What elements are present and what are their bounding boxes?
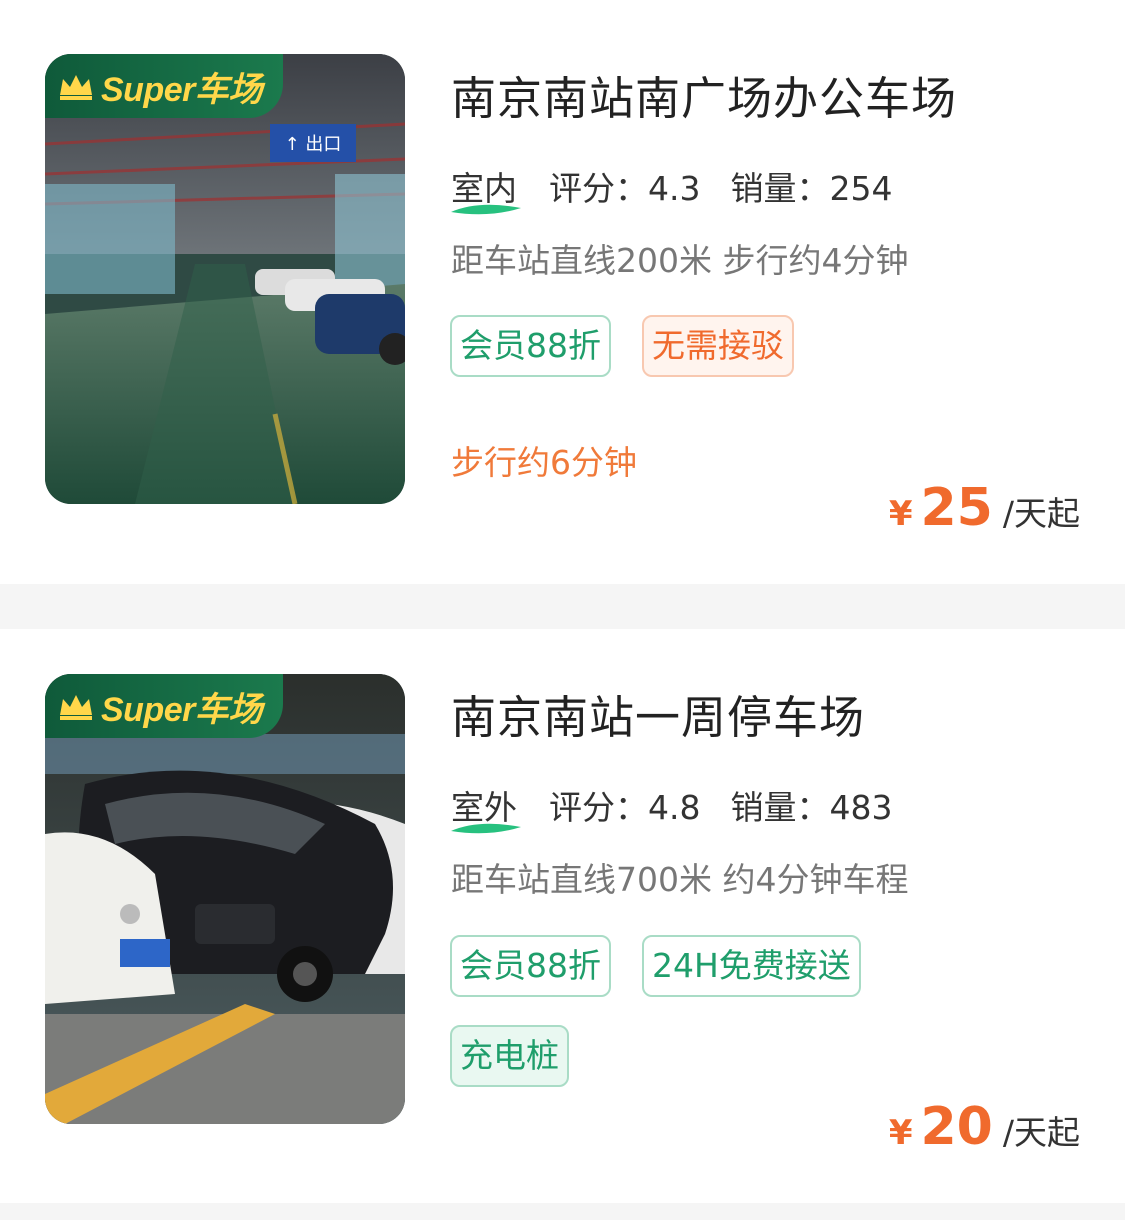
parking-lot-name[interactable]: 南京南站一周停车场 xyxy=(451,681,865,746)
currency-symbol: ¥ xyxy=(888,1113,913,1153)
lot-distance: 距车站直线700米 约4分钟车程 xyxy=(451,860,909,899)
parking-lot-card[interactable]: ↑ 出口 Super车场 南京南站南广场办公车场 室内 评分：4.3 销量：25… xyxy=(0,0,1125,584)
super-lot-badge-label: Super车场 xyxy=(101,70,262,109)
lot-sales: 销量：483 xyxy=(730,788,893,827)
super-lot-badge: Super车场 xyxy=(45,54,283,118)
parking-lot-photo[interactable]: Super车场 xyxy=(45,674,405,1124)
parking-lot-meta: 室外 评分：4.8 销量：483 xyxy=(451,781,893,834)
lot-rating: 评分：4.3 xyxy=(549,169,701,208)
currency-symbol: ¥ xyxy=(888,494,913,534)
tag-free-shuttle: 24H免费接送 xyxy=(642,935,861,997)
lot-price: ¥ 25 /天起 xyxy=(889,478,1080,538)
crown-icon xyxy=(60,75,92,100)
lot-type: 室外 xyxy=(451,781,521,834)
parking-lot-photo[interactable]: ↑ 出口 Super车场 xyxy=(45,54,405,504)
super-lot-badge: Super车场 xyxy=(45,674,283,738)
lot-distance: 距车站直线200米 步行约4分钟 xyxy=(451,241,909,280)
price-amount: 25 xyxy=(920,478,993,538)
tag-charging-station: 充电桩 xyxy=(450,1025,569,1087)
price-unit: /天起 xyxy=(1002,494,1080,533)
parking-lot-meta: 室内 评分：4.3 销量：254 xyxy=(451,162,893,215)
super-lot-badge-label: Super车场 xyxy=(101,690,262,729)
lot-walk-note: 步行约6分钟 xyxy=(451,443,637,482)
outdoor-lot-image xyxy=(45,674,405,1124)
lot-type: 室内 xyxy=(451,162,521,215)
lot-price: ¥ 20 /天起 xyxy=(889,1097,1080,1157)
indoor-garage-image: ↑ 出口 xyxy=(45,54,405,504)
price-amount: 20 xyxy=(920,1097,993,1157)
parking-lot-card[interactable]: Super车场 南京南站一周停车场 室外 评分：4.8 销量：483 距车站直线… xyxy=(0,629,1125,1203)
lot-sales: 销量：254 xyxy=(730,169,893,208)
parking-lot-name[interactable]: 南京南站南广场办公车场 xyxy=(451,62,957,127)
tag-member-discount: 会员88折 xyxy=(450,935,611,997)
price-unit: /天起 xyxy=(1002,1113,1080,1152)
lot-rating: 评分：4.8 xyxy=(549,788,701,827)
tag-no-shuttle: 无需接驳 xyxy=(642,315,794,377)
tag-member-discount: 会员88折 xyxy=(450,315,611,377)
crown-icon xyxy=(60,695,92,720)
svg-text:↑ 出口: ↑ 出口 xyxy=(285,134,342,155)
